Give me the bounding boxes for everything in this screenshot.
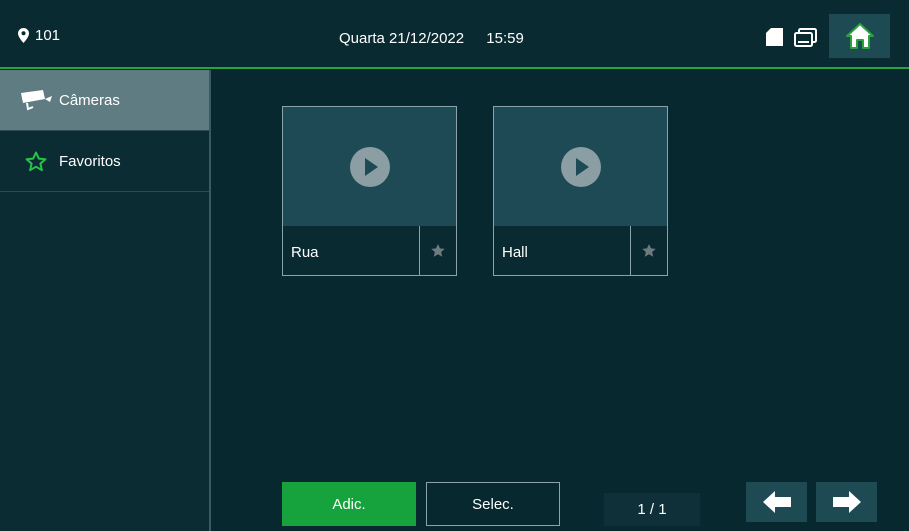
sd-card-icon [766, 28, 783, 46]
sidebar-item-cameras[interactable]: Câmeras [0, 70, 209, 131]
star-icon [431, 244, 445, 257]
sidebar: Câmeras Favoritos [0, 70, 211, 531]
room-number: 101 [35, 27, 61, 44]
favorite-toggle[interactable] [630, 226, 667, 275]
date: 21/12/2022 [389, 30, 465, 47]
play-icon [349, 146, 390, 187]
camera-name: Rua [291, 244, 319, 261]
add-button[interactable]: Adic. [282, 482, 416, 526]
camera-thumbnail[interactable] [494, 107, 667, 226]
previous-page-button[interactable] [746, 482, 807, 522]
star-outline-icon [25, 151, 47, 171]
home-button[interactable] [829, 14, 890, 58]
sidebar-item-label: Favoritos [59, 152, 121, 170]
top-bar: 101 Quarta 21/12/2022 15:59 [0, 0, 909, 69]
monitor-icon [794, 28, 817, 47]
camera-thumbnail[interactable] [283, 107, 456, 226]
arrow-right-icon [832, 491, 861, 513]
date-time: Quarta 21/12/2022 15:59 [339, 30, 524, 47]
clock-time: 15:59 [486, 30, 524, 47]
arrow-left-icon [762, 491, 791, 513]
home-icon [845, 23, 874, 49]
sidebar-item-favorites[interactable]: Favoritos [0, 131, 209, 192]
weekday: Quarta [339, 30, 385, 47]
select-button[interactable]: Selec. [426, 482, 560, 526]
favorite-toggle[interactable] [419, 226, 456, 275]
star-icon [642, 244, 656, 257]
camera-name: Hall [502, 244, 528, 261]
location-pin-icon [18, 28, 29, 43]
room-indicator: 101 [18, 27, 60, 44]
camera-icon [21, 90, 52, 111]
sidebar-item-label: Câmeras [59, 91, 120, 109]
next-page-button[interactable] [816, 482, 877, 522]
page-indicator: 1 / 1 [604, 493, 700, 526]
camera-tile[interactable]: Hall [493, 106, 668, 276]
play-icon [560, 146, 601, 187]
camera-tile[interactable]: Rua [282, 106, 457, 276]
